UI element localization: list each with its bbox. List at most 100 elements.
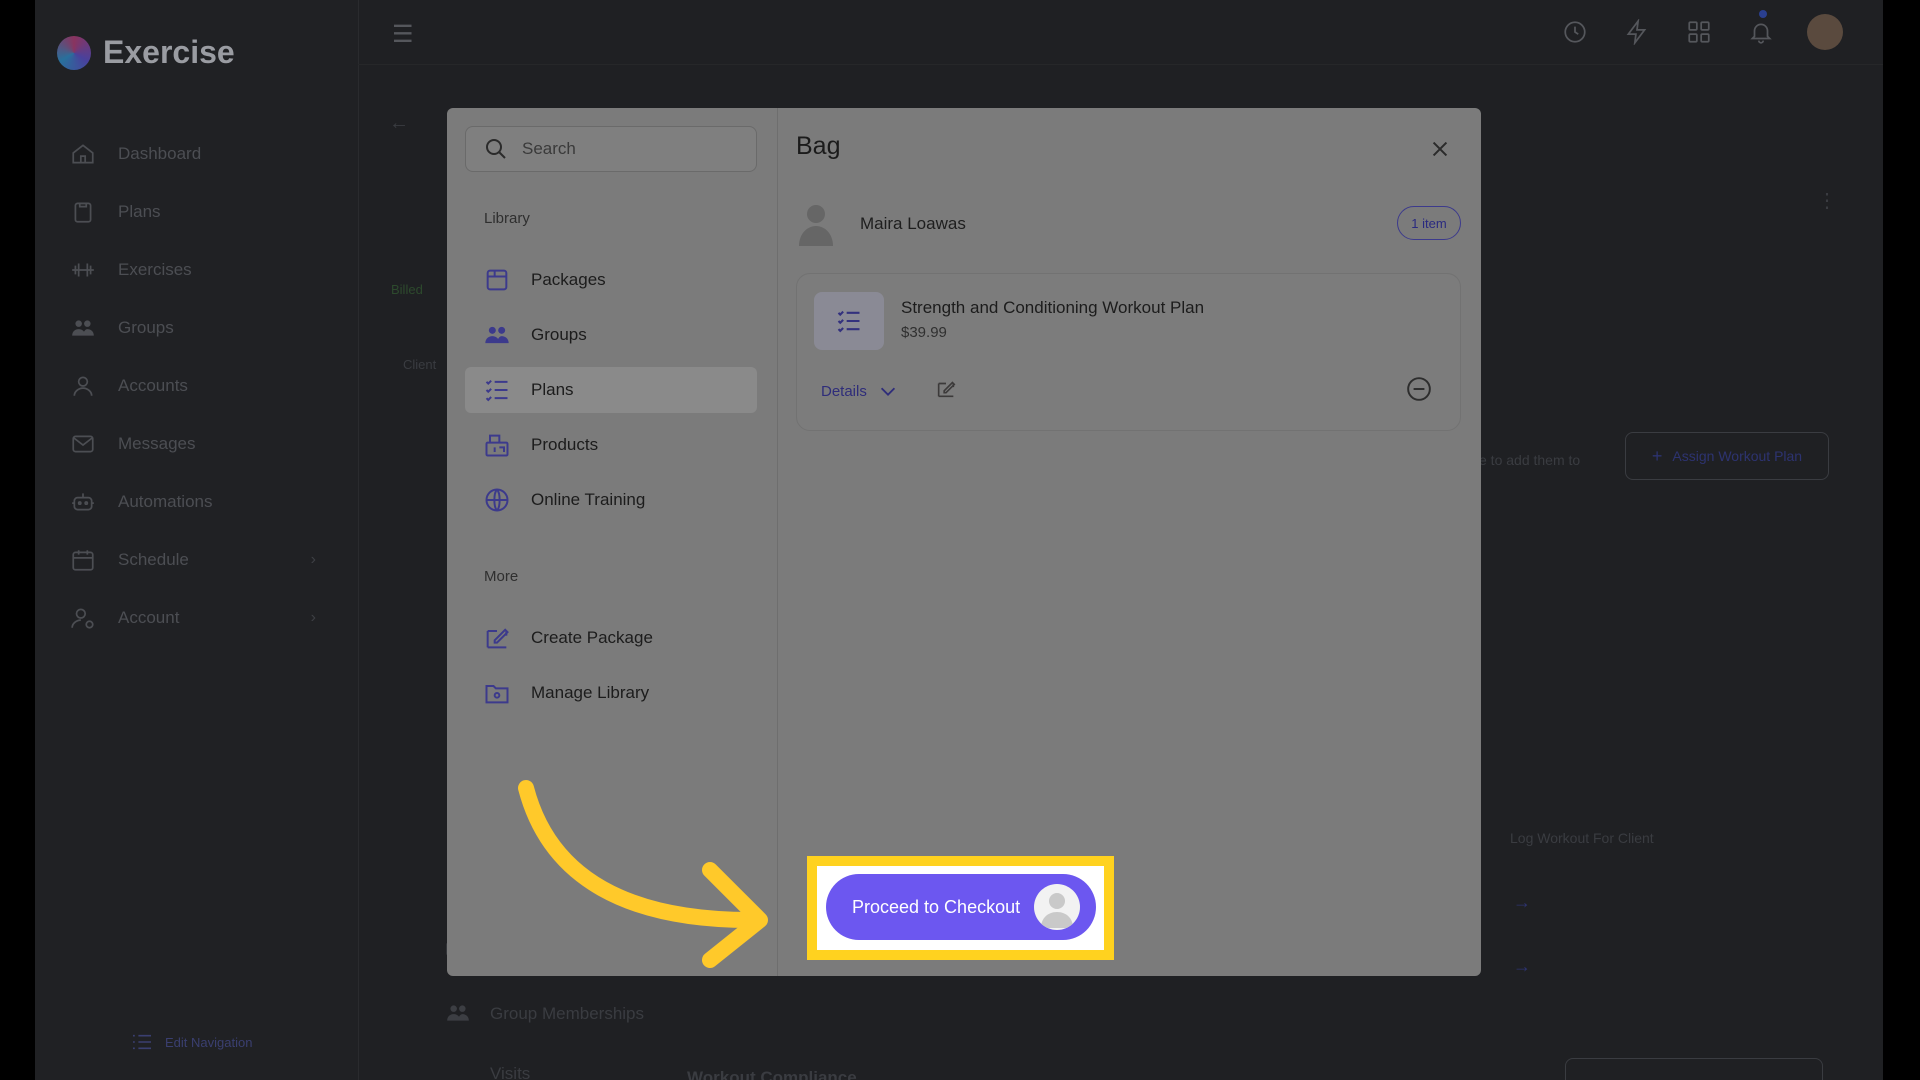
workout-compliance-heading: Workout Compliance	[687, 1068, 857, 1080]
remove-circle-icon[interactable]	[1406, 376, 1432, 402]
library-item-packages[interactable]: Packages	[465, 257, 757, 303]
package-icon	[486, 269, 508, 291]
sidebar-item-label: Exercises	[118, 260, 192, 279]
folder-gear-icon	[485, 685, 509, 704]
group-icon	[447, 1005, 469, 1021]
sidebar-nav: Dashboard Plans Exercises Groups Account…	[35, 125, 358, 647]
sidebar-item-label: Messages	[118, 434, 196, 453]
search-box[interactable]	[465, 126, 757, 172]
client-name: Maira Loawas	[860, 214, 966, 233]
library-item-label: Packages	[531, 270, 606, 289]
sidebar-item-label: Dashboard	[118, 144, 202, 163]
chevron-right-icon: ›	[310, 609, 316, 626]
sidebar-item-label: Account	[118, 608, 180, 627]
back-arrow-icon[interactable]: ←	[389, 112, 409, 135]
library-item-products[interactable]: Products	[465, 422, 757, 468]
details-toggle[interactable]: Details	[821, 380, 899, 402]
client-row: Maira Loawas 1 item	[798, 200, 1461, 248]
group-icon	[485, 326, 509, 344]
assign-workout-plan-button[interactable]: + Assign Workout Plan	[1625, 432, 1829, 480]
sidebar-item-accounts[interactable]: Accounts	[35, 357, 358, 415]
edit-icon[interactable]	[935, 378, 957, 400]
library-item-label: Groups	[531, 325, 587, 344]
top-bar-actions	[1559, 14, 1843, 50]
item-count-badge: 1 item	[1397, 206, 1461, 240]
plan-list-icon	[814, 292, 884, 350]
sidebar-item-automations[interactable]: Automations	[35, 473, 358, 531]
tutorial-arrow-icon	[518, 780, 768, 968]
user-icon	[73, 376, 93, 396]
sidebar: Exercise Dashboard Plans Exercises Group…	[35, 0, 359, 1080]
history-icon[interactable]	[1559, 16, 1591, 48]
user-avatar[interactable]	[1807, 14, 1843, 50]
dumbbell-icon	[72, 263, 94, 277]
library-item-plans[interactable]: Plans	[465, 367, 757, 413]
manage-library-item[interactable]: Manage Library	[465, 670, 757, 716]
client-label: Client	[403, 357, 437, 372]
globe-icon	[485, 488, 509, 512]
more-section-label: More	[484, 568, 519, 585]
sidebar-item-label: Schedule	[118, 550, 189, 569]
sidebar-item-plans[interactable]: Plans	[35, 183, 358, 241]
more-vertical-icon[interactable]: ⋮	[1817, 188, 1837, 213]
clipboard-icon	[74, 202, 92, 223]
close-icon[interactable]	[1429, 138, 1451, 160]
library-item-groups[interactable]: Groups	[465, 312, 757, 358]
sidebar-item-account[interactable]: Account ›	[35, 589, 358, 647]
log-workout-text: Log Workout For Client	[1510, 830, 1654, 846]
checkout-label: Proceed to Checkout	[852, 896, 1021, 917]
sidebar-item-label: Automations	[118, 492, 213, 511]
bag-item-card: Strength and Conditioning Workout Plan $…	[796, 273, 1461, 431]
list-check-icon	[485, 379, 508, 402]
bag-title: Bag	[796, 132, 841, 160]
create-package-item[interactable]: Create Package	[465, 615, 757, 661]
search-input[interactable]	[520, 138, 754, 160]
menu-icon[interactable]: ☰	[392, 20, 414, 49]
mail-icon	[72, 435, 94, 453]
apps-grid-icon[interactable]	[1683, 16, 1715, 48]
assign-button-label: Assign Workout Plan	[1672, 448, 1803, 464]
plus-icon: +	[1651, 445, 1663, 466]
home-icon	[72, 144, 94, 164]
brand-name: Exercise	[103, 34, 235, 70]
library-item-label: Products	[531, 435, 599, 454]
chevron-down-icon	[880, 387, 895, 396]
group-icon	[72, 320, 94, 336]
sidebar-item-groups[interactable]: Groups	[35, 299, 358, 357]
chevron-right-icon: ›	[310, 551, 316, 568]
proceed-to-checkout-button[interactable]: Proceed to Checkout	[826, 874, 1096, 940]
user-gear-icon	[71, 608, 94, 629]
sidebar-item-exercises[interactable]: Exercises	[35, 241, 358, 299]
bag-item-price: $39.99	[901, 324, 947, 341]
sidebar-item-label: Plans	[118, 202, 161, 221]
search-icon	[486, 139, 506, 159]
sidebar-item-schedule[interactable]: Schedule ›	[35, 531, 358, 589]
bag-item-name: Strength and Conditioning Workout Plan	[901, 298, 1205, 317]
edit-icon	[486, 628, 509, 649]
details-label: Details	[821, 382, 867, 400]
sidebar-item-messages[interactable]: Messages	[35, 415, 358, 473]
products-icon	[485, 434, 509, 457]
brand: Exercise	[57, 34, 235, 71]
sidebar-item-dashboard[interactable]: Dashboard	[35, 125, 358, 183]
group-memberships-link[interactable]: Group Memberships	[490, 1004, 644, 1024]
visits-link[interactable]: Visits	[490, 1064, 530, 1080]
bag-panel: Bag Maira Loawas 1 item Strength and Con…	[778, 108, 1481, 976]
arrow-right-icon[interactable]: →	[1513, 956, 1531, 977]
date-range-picker[interactable]	[1565, 1058, 1823, 1080]
library-item-label: Plans	[531, 380, 574, 399]
client-avatar-icon	[799, 205, 833, 246]
lightning-icon[interactable]	[1621, 16, 1653, 48]
library-item-online-training[interactable]: Online Training	[465, 477, 757, 523]
edit-navigation-link[interactable]: Edit Navigation	[131, 1033, 252, 1051]
library-section-label: Library	[484, 210, 530, 227]
cursor-avatar-icon	[1034, 884, 1080, 930]
arrow-right-icon[interactable]: →	[1513, 892, 1531, 913]
library-item-label: Create Package	[531, 628, 653, 647]
brand-logo-icon	[57, 35, 91, 70]
top-bar: ☰	[358, 0, 1883, 65]
library-item-label: Manage Library	[531, 683, 650, 702]
billed-label: Billed	[391, 282, 423, 297]
add-hint-text: e to add them to	[1479, 452, 1581, 468]
bell-icon[interactable]	[1745, 16, 1777, 48]
